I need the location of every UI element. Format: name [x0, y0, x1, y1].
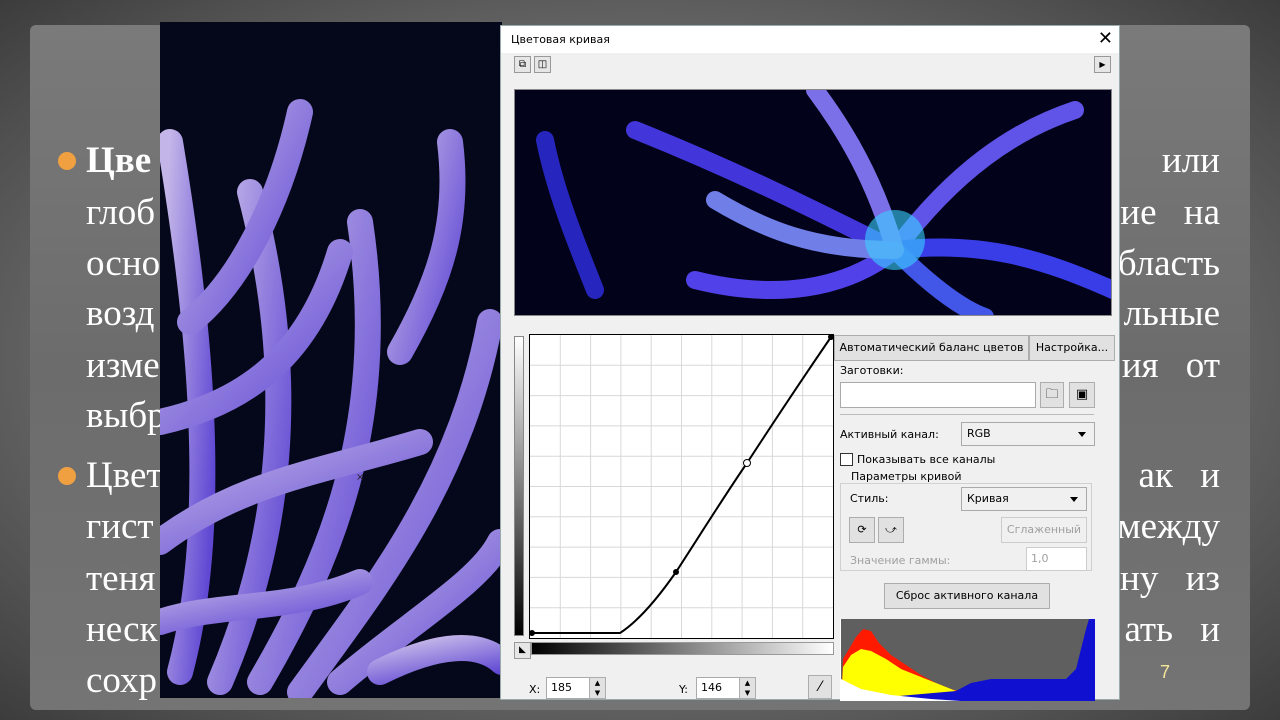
- close-icon[interactable]: ✕: [1098, 28, 1113, 49]
- x-spinner[interactable]: ▲ ▼: [589, 677, 606, 699]
- output-gradient-bar: [514, 336, 524, 636]
- dialog-titlebar: Цветовая кривая: [501, 26, 1119, 53]
- folder-open-icon[interactable]: 🗀: [1040, 382, 1064, 408]
- presets-label: Заготовки:: [840, 364, 904, 377]
- input-gradient-bar: [531, 642, 834, 655]
- image-preview: [514, 89, 1112, 316]
- svg-text:×: ×: [356, 472, 364, 483]
- divider: [840, 414, 1094, 415]
- bullet-icon: [58, 152, 76, 170]
- slide-text-line: выбр: [86, 395, 166, 436]
- slide-text-line: льные: [1123, 293, 1220, 334]
- anemone-photo: ×: [160, 22, 502, 698]
- bullet-icon: [58, 467, 76, 485]
- slide-text-line: теня: [86, 558, 156, 599]
- slide-text-line: или: [1161, 140, 1220, 181]
- slide-text-line: ать и: [1124, 609, 1220, 650]
- slide-text-line: Цве: [86, 140, 152, 181]
- tone-curve-graph[interactable]: [529, 334, 834, 639]
- curve-node: [673, 569, 679, 575]
- curve-node-selected: [743, 459, 751, 467]
- slide-text-line: гист: [86, 506, 154, 547]
- slide-text-line: сохр: [86, 660, 158, 701]
- slide-text-line: ие на: [1120, 192, 1220, 233]
- active-channel-select[interactable]: RGB: [961, 422, 1095, 446]
- slide-text-line: бласть: [1117, 243, 1220, 284]
- page-number: 7: [1160, 662, 1171, 682]
- preview-split-icon[interactable]: ⧉: [514, 56, 531, 73]
- slide-text-line: Цвет: [86, 455, 163, 496]
- smooth-button[interactable]: Сглаженный: [1001, 517, 1087, 543]
- style-label: Стиль:: [850, 492, 889, 505]
- slide-text-line: глоб: [86, 192, 156, 233]
- gamma-input[interactable]: 1,0: [1026, 547, 1087, 571]
- active-channel-label: Активный канал:: [840, 428, 939, 441]
- slide-text-line: ия от: [1121, 345, 1220, 386]
- flip-horizontal-icon[interactable]: ⤻: [878, 517, 904, 543]
- slide-text-line: изме: [86, 345, 160, 386]
- curve-node: [529, 630, 535, 636]
- slide-text-line: осно: [86, 243, 161, 284]
- slide-text-line: между: [1117, 506, 1220, 547]
- y-spinner[interactable]: ▲ ▼: [739, 677, 756, 699]
- show-all-channels-label[interactable]: Показывать все каналы: [857, 453, 995, 466]
- slide-text-line: неск: [86, 609, 158, 650]
- y-label: Y:: [679, 683, 688, 696]
- x-label: X:: [529, 683, 541, 696]
- histogram: [840, 619, 1095, 701]
- color-curve-dialog: Цветовая кривая ✕ ⧉ ◫ ▶ ◣ X: 185 ▲ ▼ Y: …: [500, 25, 1120, 701]
- show-all-channels-checkbox[interactable]: [840, 453, 853, 466]
- slide-text-line: возд: [86, 293, 155, 334]
- settings-button[interactable]: Настройка...: [1029, 335, 1115, 361]
- style-select[interactable]: Кривая: [961, 487, 1087, 511]
- eyedropper-icon[interactable]: ⁄: [808, 675, 832, 699]
- flip-vertical-icon[interactable]: ⟳: [849, 517, 875, 543]
- slide-text-line: ак и: [1138, 455, 1220, 496]
- expand-arrow-icon[interactable]: ▶: [1094, 56, 1111, 73]
- gradient-toggle-icon[interactable]: ◣: [514, 642, 531, 659]
- presets-input[interactable]: [840, 382, 1036, 408]
- reset-channel-button[interactable]: Сброс активного канала: [884, 583, 1050, 609]
- dialog-title: Цветовая кривая: [511, 33, 610, 46]
- auto-balance-button[interactable]: Автоматический баланс цветов: [834, 335, 1029, 361]
- gamma-label: Значение гаммы:: [850, 554, 951, 567]
- preview-sidebyside-icon[interactable]: ◫: [534, 56, 551, 73]
- save-icon[interactable]: ▣: [1069, 382, 1095, 408]
- slide-text-line: ну из: [1120, 558, 1220, 599]
- curve-params-label: Параметры кривой: [849, 470, 964, 483]
